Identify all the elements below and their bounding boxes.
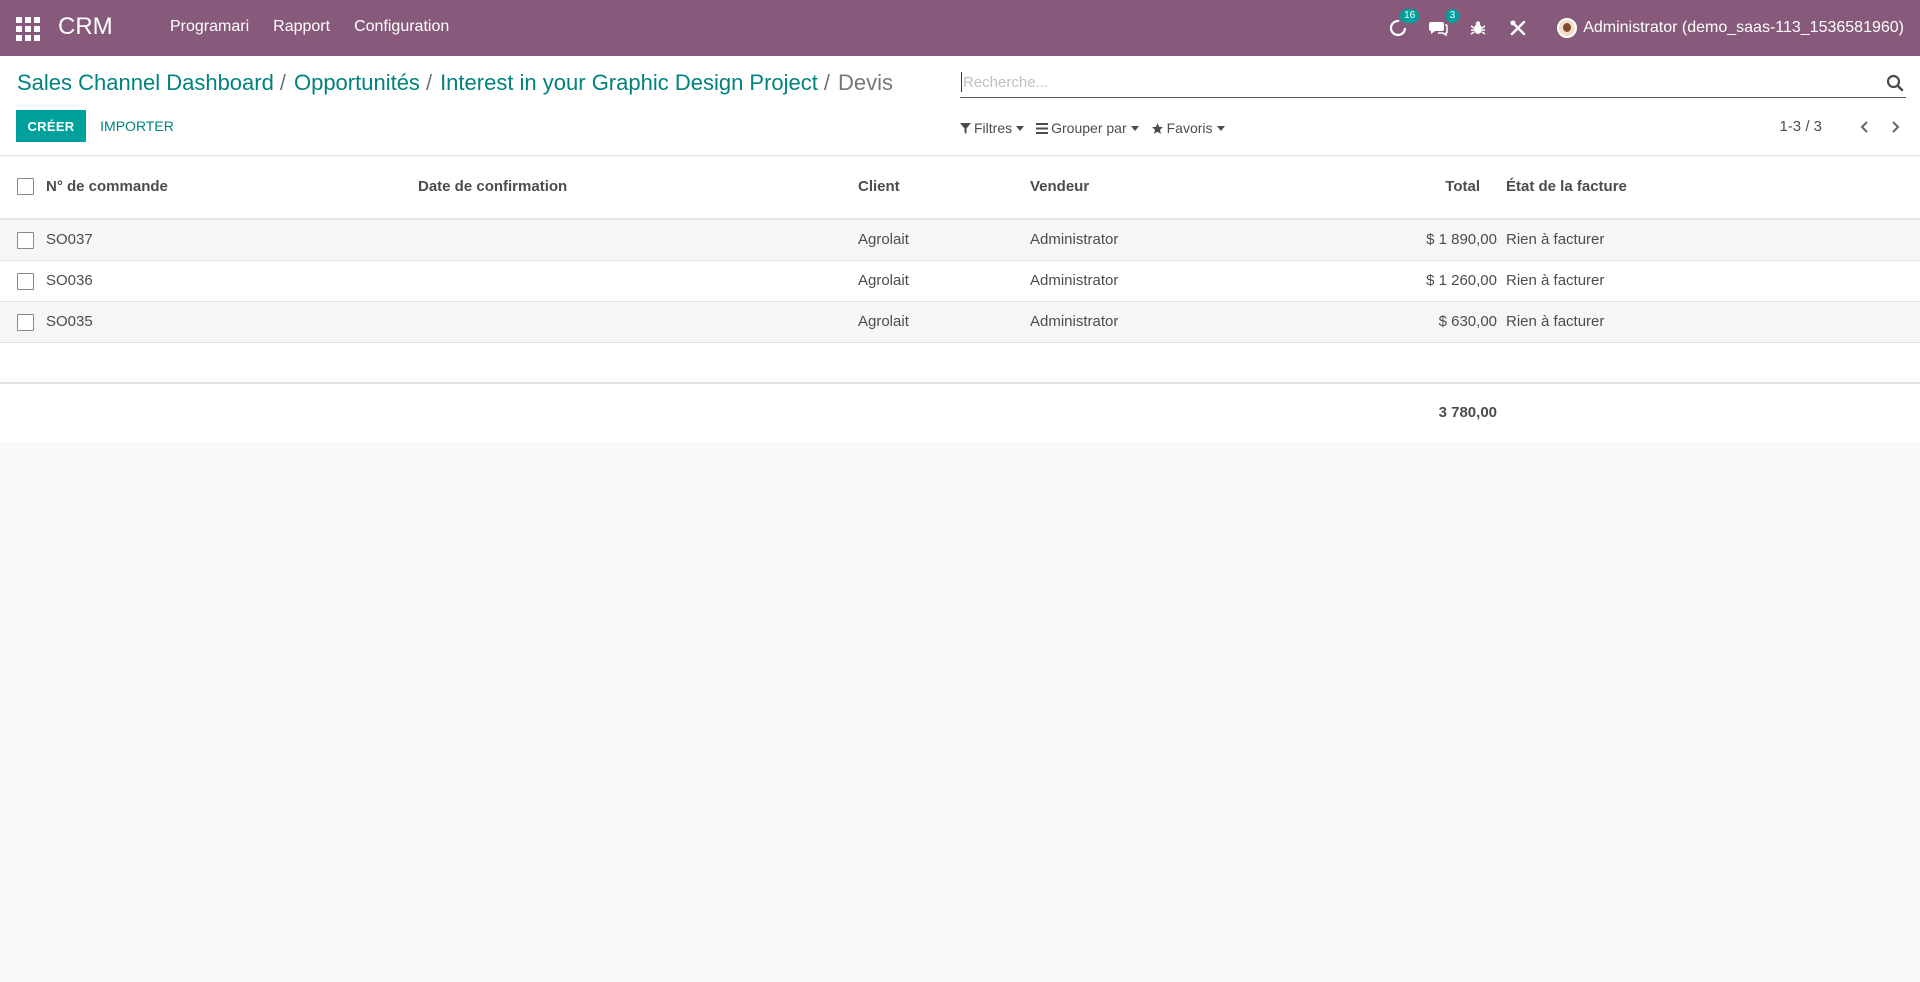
- table-row[interactable]: SO037 Agrolait Administrator $ 1 890,00 …: [0, 220, 1920, 261]
- chevron-left-icon[interactable]: [1856, 119, 1872, 135]
- messages-icon[interactable]: 3: [1427, 9, 1460, 39]
- group-by-label: Grouper par: [1051, 120, 1127, 136]
- pager-value[interactable]: 1-3 / 3: [1779, 118, 1822, 135]
- cell-invoice-state: Rien à facturer: [1506, 313, 1605, 330]
- column-header-order[interactable]: N° de commande: [46, 178, 168, 195]
- chevron-down-icon: [1016, 125, 1025, 131]
- column-header-date[interactable]: Date de confirmation: [418, 178, 567, 195]
- chevron-right-icon[interactable]: [1888, 119, 1904, 135]
- systray: 16 3 Administrator (demo_saas-113_153658…: [1369, 0, 1904, 56]
- apps-menu-icon[interactable]: [16, 17, 40, 41]
- avatar: [1557, 18, 1578, 38]
- chevron-down-icon: [1130, 125, 1139, 131]
- chevron-down-icon: [1216, 125, 1225, 131]
- activity-clock-icon[interactable]: 16: [1387, 9, 1420, 39]
- menu-item-rapport[interactable]: Rapport: [273, 18, 330, 36]
- search-options: Filtres Grouper par Favoris: [960, 120, 1237, 136]
- favorites-dropdown[interactable]: Favoris: [1151, 120, 1225, 136]
- menu-item-configuration[interactable]: Configuration: [354, 18, 449, 36]
- search-icon[interactable]: [1886, 74, 1904, 92]
- pager: 1-3 / 3: [1779, 118, 1904, 135]
- cell-client: Agrolait: [858, 313, 909, 330]
- breadcrumb-opportunites[interactable]: Opportunités: [294, 70, 420, 96]
- cell-order: SO035: [46, 313, 93, 330]
- column-header-vendor[interactable]: Vendeur: [1030, 178, 1089, 195]
- bars-icon: [1036, 122, 1049, 134]
- cell-invoice-state: Rien à facturer: [1506, 231, 1605, 248]
- breadcrumb: Sales Channel Dashboard / Opportunités /…: [17, 70, 893, 96]
- select-all-checkbox[interactable]: [17, 178, 34, 195]
- favorites-label: Favoris: [1166, 120, 1213, 136]
- breadcrumb-sales-channel-dashboard[interactable]: Sales Channel Dashboard: [17, 70, 274, 96]
- filters-label: Filtres: [974, 120, 1013, 136]
- search-box: [960, 68, 1906, 98]
- menu-item-programari[interactable]: Programari: [170, 18, 249, 36]
- table-row[interactable]: SO035 Agrolait Administrator $ 630,00 Ri…: [0, 302, 1920, 343]
- filter-icon: [960, 122, 971, 134]
- breadcrumb-separator: /: [425, 70, 433, 95]
- table-footer: 3 780,00: [0, 385, 1920, 442]
- cell-vendor: Administrator: [1030, 313, 1119, 330]
- cell-invoice-state: Rien à facturer: [1506, 272, 1605, 289]
- cell-client: Agrolait: [858, 272, 909, 289]
- table-header: N° de commande Date de confirmation Clie…: [0, 157, 1920, 220]
- cell-vendor: Administrator: [1030, 231, 1119, 248]
- cell-order: SO036: [46, 272, 93, 289]
- breadcrumb-separator: /: [823, 70, 831, 95]
- cell-total: $ 1 260,00: [1426, 272, 1497, 289]
- breadcrumb-separator: /: [279, 70, 286, 95]
- column-header-total[interactable]: Total: [1380, 178, 1480, 195]
- table-row[interactable]: SO036 Agrolait Administrator $ 1 260,00 …: [0, 261, 1920, 302]
- create-button[interactable]: CRÉER: [16, 110, 86, 142]
- column-header-client[interactable]: Client: [858, 178, 900, 195]
- list-view: N° de commande Date de confirmation Clie…: [0, 157, 1920, 442]
- filters-dropdown[interactable]: Filtres: [960, 120, 1025, 136]
- control-panel: Sales Channel Dashboard / Opportunités /…: [0, 56, 1920, 156]
- search-input[interactable]: [961, 72, 1861, 92]
- cell-total: $ 630,00: [1438, 313, 1497, 330]
- tools-icon[interactable]: [1507, 17, 1529, 39]
- bug-icon[interactable]: [1467, 17, 1489, 39]
- messages-badge: 3: [1445, 9, 1460, 23]
- group-by-dropdown[interactable]: Grouper par: [1036, 120, 1139, 136]
- row-checkbox[interactable]: [17, 273, 34, 290]
- import-button[interactable]: IMPORTER: [92, 110, 182, 142]
- main-menu: Programari Rapport Configuration: [170, 18, 473, 36]
- star-icon: [1151, 122, 1163, 134]
- user-menu[interactable]: Administrator (demo_saas-113_1536581960): [1557, 18, 1904, 38]
- breadcrumb-opportunity[interactable]: Interest in your Graphic Design Project: [440, 70, 818, 96]
- empty-row: [0, 343, 1920, 384]
- app-name: CRM: [58, 13, 113, 40]
- row-checkbox[interactable]: [17, 232, 34, 249]
- breadcrumb-current: Devis: [838, 70, 894, 95]
- cell-total: $ 1 890,00: [1426, 231, 1497, 248]
- cell-vendor: Administrator: [1030, 272, 1119, 289]
- activity-badge: 16: [1400, 9, 1420, 23]
- footer-total: 3 780,00: [1438, 404, 1497, 421]
- cell-client: Agrolait: [858, 231, 909, 248]
- user-name: Administrator (demo_saas-113_1536581960): [1583, 19, 1904, 36]
- row-checkbox[interactable]: [17, 314, 34, 331]
- top-navbar: CRM Programari Rapport Configuration 16 …: [0, 0, 1920, 56]
- cell-order: SO037: [46, 231, 93, 248]
- column-header-invoice-state[interactable]: État de la facture: [1506, 178, 1627, 195]
